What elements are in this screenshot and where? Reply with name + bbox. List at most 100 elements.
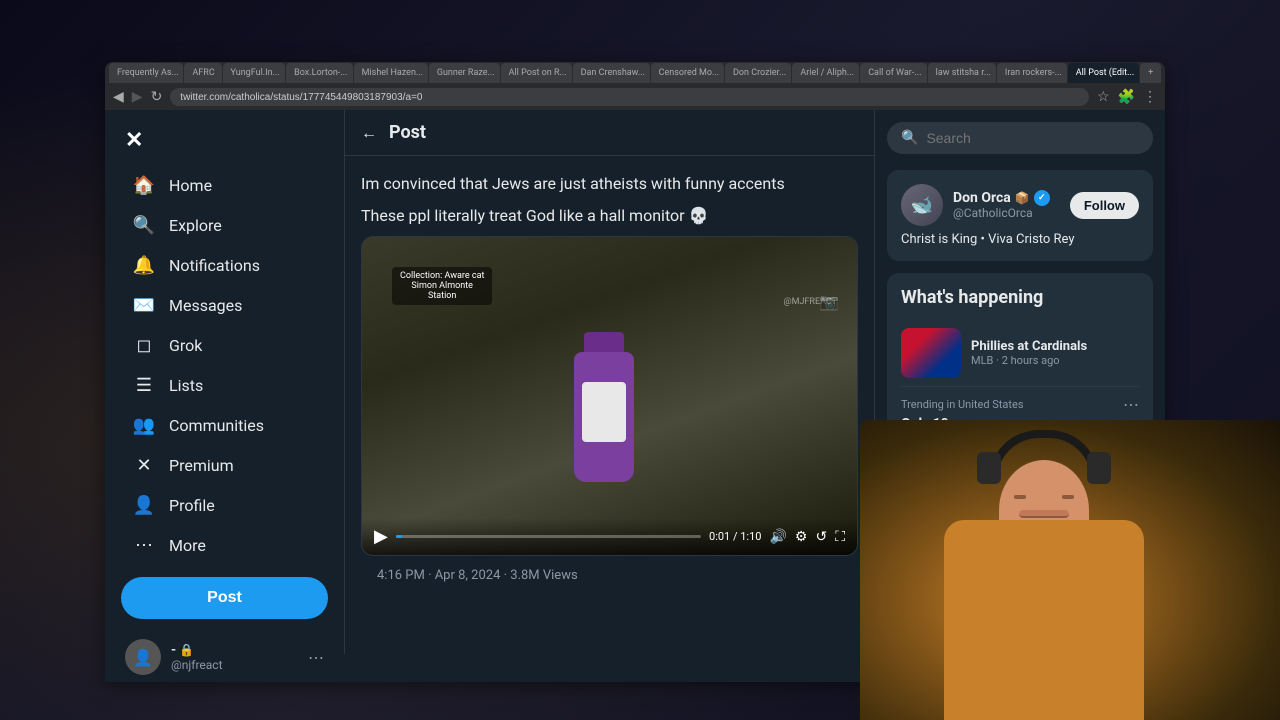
phillies-title: Phillies at Cardinals	[971, 339, 1139, 354]
video-overlay-text: Collection: Aware catSimon AlmonteStatio…	[392, 267, 492, 305]
time-display: 0:01 / 1:10	[709, 530, 761, 543]
premium-icon: ✕	[133, 454, 155, 476]
tab-10[interactable]: Don Crozier...	[725, 63, 791, 83]
phillies-info: Phillies at Cardinals MLB · 2 hours ago	[971, 339, 1139, 367]
notifications-icon: 🔔	[133, 254, 155, 276]
tab-8[interactable]: Dan Crenshaw...	[573, 63, 650, 83]
sidebar-item-profile[interactable]: 👤 Profile	[113, 486, 336, 524]
tab-7[interactable]: All Post on R...	[501, 63, 572, 83]
streamer-hoodie	[944, 520, 1144, 720]
refresh-icon[interactable]: ↻	[151, 89, 163, 105]
tab-15-active[interactable]: All Post (Edit...	[1068, 63, 1139, 83]
explore-icon: 🔍	[133, 214, 155, 236]
sidebar-item-messages[interactable]: ✉️ Messages	[113, 286, 336, 324]
play-button[interactable]: ▶	[374, 526, 388, 547]
bottle-cap	[584, 332, 624, 352]
search-input[interactable]	[926, 130, 1139, 146]
user-profile-section[interactable]: 👤 - 🔒 @njfreact ⋯	[113, 631, 336, 682]
tab-14[interactable]: Iran rockers-...	[997, 63, 1067, 83]
search-box[interactable]: 🔍	[887, 122, 1153, 154]
right-eye	[1062, 495, 1074, 499]
sidebar-item-lists[interactable]: ☰ Lists	[113, 366, 336, 404]
main-content: ← Post Im convinced that Jews are just a…	[345, 110, 875, 654]
tab-4[interactable]: Box.Lorton-...	[286, 63, 353, 83]
sidebar-item-grok[interactable]: ◻ Grok	[113, 326, 336, 364]
sidebar-item-home[interactable]: 🏠 Home	[113, 166, 336, 204]
more-icon: ⋯	[133, 534, 155, 556]
progress-fill	[396, 535, 402, 538]
address-bar: ◀ ▶ ↻ ☆ 🧩 ⋮	[105, 84, 1165, 110]
profile-bio: Christ is King • Viva Cristo Rey	[901, 232, 1139, 247]
back-nav-icon[interactable]: ◀	[113, 89, 124, 105]
sidebar-item-notifications[interactable]: 🔔 Notifications	[113, 246, 336, 284]
bottle-body	[574, 352, 634, 482]
tab-2[interactable]: AFRC	[184, 63, 221, 83]
profile-card: 🐋 Don Orca 📦 ✓ @CatholicOrca Follow Chri…	[887, 170, 1153, 261]
left-eye	[1014, 495, 1026, 499]
verified-badge: ✓	[1034, 190, 1050, 206]
video-container[interactable]: Collection: Aware catSimon AlmonteStatio…	[361, 236, 858, 556]
communities-icon: 👥	[133, 414, 155, 436]
user-info: - 🔒 @njfreact	[171, 643, 298, 672]
extensions-icon[interactable]: 🧩	[1118, 89, 1135, 105]
tab-12[interactable]: Call of War-...	[860, 63, 926, 83]
sidebar-item-home-label: Home	[169, 176, 212, 195]
tab-11[interactable]: Ariel / Aliph...	[792, 63, 859, 83]
streamer-figure	[944, 440, 1144, 720]
sidebar-item-premium[interactable]: ✕ Premium	[113, 446, 336, 484]
sidebar-item-communities-label: Communities	[169, 416, 264, 435]
post-header: ← Post	[345, 110, 874, 156]
profile-card-avatar[interactable]: 🐋	[901, 184, 943, 226]
avatar: 👤	[125, 639, 161, 675]
trending-item-phillies[interactable]: Phillies at Cardinals MLB · 2 hours ago	[901, 320, 1139, 387]
home-icon: 🏠	[133, 174, 155, 196]
post-meta: 4:16 PM · Apr 8, 2024 · 3.8M Views	[361, 556, 858, 591]
settings-icon[interactable]: ⋮	[1143, 89, 1157, 105]
bottle-label	[582, 382, 626, 442]
profile-card-header: 🐋 Don Orca 📦 ✓ @CatholicOrca Follow	[901, 184, 1139, 226]
lock-icon: 🔒	[179, 643, 194, 657]
phillies-image	[901, 328, 961, 378]
progress-bar[interactable]	[396, 535, 701, 538]
sidebar-item-grok-label: Grok	[169, 336, 202, 355]
more-dots-icon[interactable]: ⋯	[308, 648, 324, 667]
sidebar-item-notifications-label: Notifications	[169, 256, 260, 275]
tab-3[interactable]: YungFul.In...	[223, 63, 286, 83]
tab-13[interactable]: law stitsha r...	[928, 63, 996, 83]
sidebar-item-messages-label: Messages	[169, 296, 242, 315]
tab-new[interactable]: +	[1140, 63, 1161, 83]
back-arrow[interactable]: ←	[361, 123, 377, 143]
sidebar-item-more[interactable]: ⋯ More	[113, 526, 336, 564]
x-logo[interactable]: ✕	[105, 120, 344, 165]
settings-video-icon[interactable]: ⚙	[795, 529, 808, 545]
tab-9[interactable]: Censored Mo...	[651, 63, 724, 83]
profile-icon: 👤	[133, 494, 155, 516]
post-text-2: These ppl literally treat God like a hal…	[361, 204, 858, 228]
whats-happening-title: What's happening	[901, 287, 1139, 308]
profile-card-info: Don Orca 📦 ✓ @CatholicOrca	[953, 190, 1050, 220]
fullscreen-icon[interactable]: ⛶	[835, 529, 845, 545]
post-body: Im convinced that Jews are just atheists…	[345, 156, 874, 607]
camera-icon: 📷	[819, 292, 839, 311]
address-input[interactable]	[170, 88, 1089, 106]
tab-5[interactable]: Mishel Hazen...	[354, 63, 428, 83]
volume-icon[interactable]: 🔊	[769, 529, 786, 545]
more-options-icon-1[interactable]: ⋯	[1123, 395, 1139, 414]
loop-icon[interactable]: ↺	[815, 529, 827, 545]
search-icon: 🔍	[901, 130, 918, 146]
user-display-name: - 🔒	[171, 643, 298, 658]
sidebar-item-profile-label: Profile	[169, 496, 215, 515]
follow-button[interactable]: Follow	[1070, 192, 1139, 219]
tab-1[interactable]: Frequently As...	[109, 63, 183, 83]
grok-icon: ◻	[133, 334, 155, 356]
sidebar-item-communities[interactable]: 👥 Communities	[113, 406, 336, 444]
tab-6[interactable]: Gunner Raze...	[429, 63, 500, 83]
sidebar-item-explore-label: Explore	[169, 216, 222, 235]
forward-nav-icon[interactable]: ▶	[132, 89, 143, 105]
profile-card-name: Don Orca 📦 ✓	[953, 190, 1050, 206]
lists-icon: ☰	[133, 374, 155, 396]
post-button[interactable]: Post	[121, 577, 328, 619]
sidebar-item-explore[interactable]: 🔍 Explore	[113, 206, 336, 244]
sidebar-item-premium-label: Premium	[169, 456, 234, 475]
bookmark-icon[interactable]: ☆	[1097, 89, 1110, 105]
